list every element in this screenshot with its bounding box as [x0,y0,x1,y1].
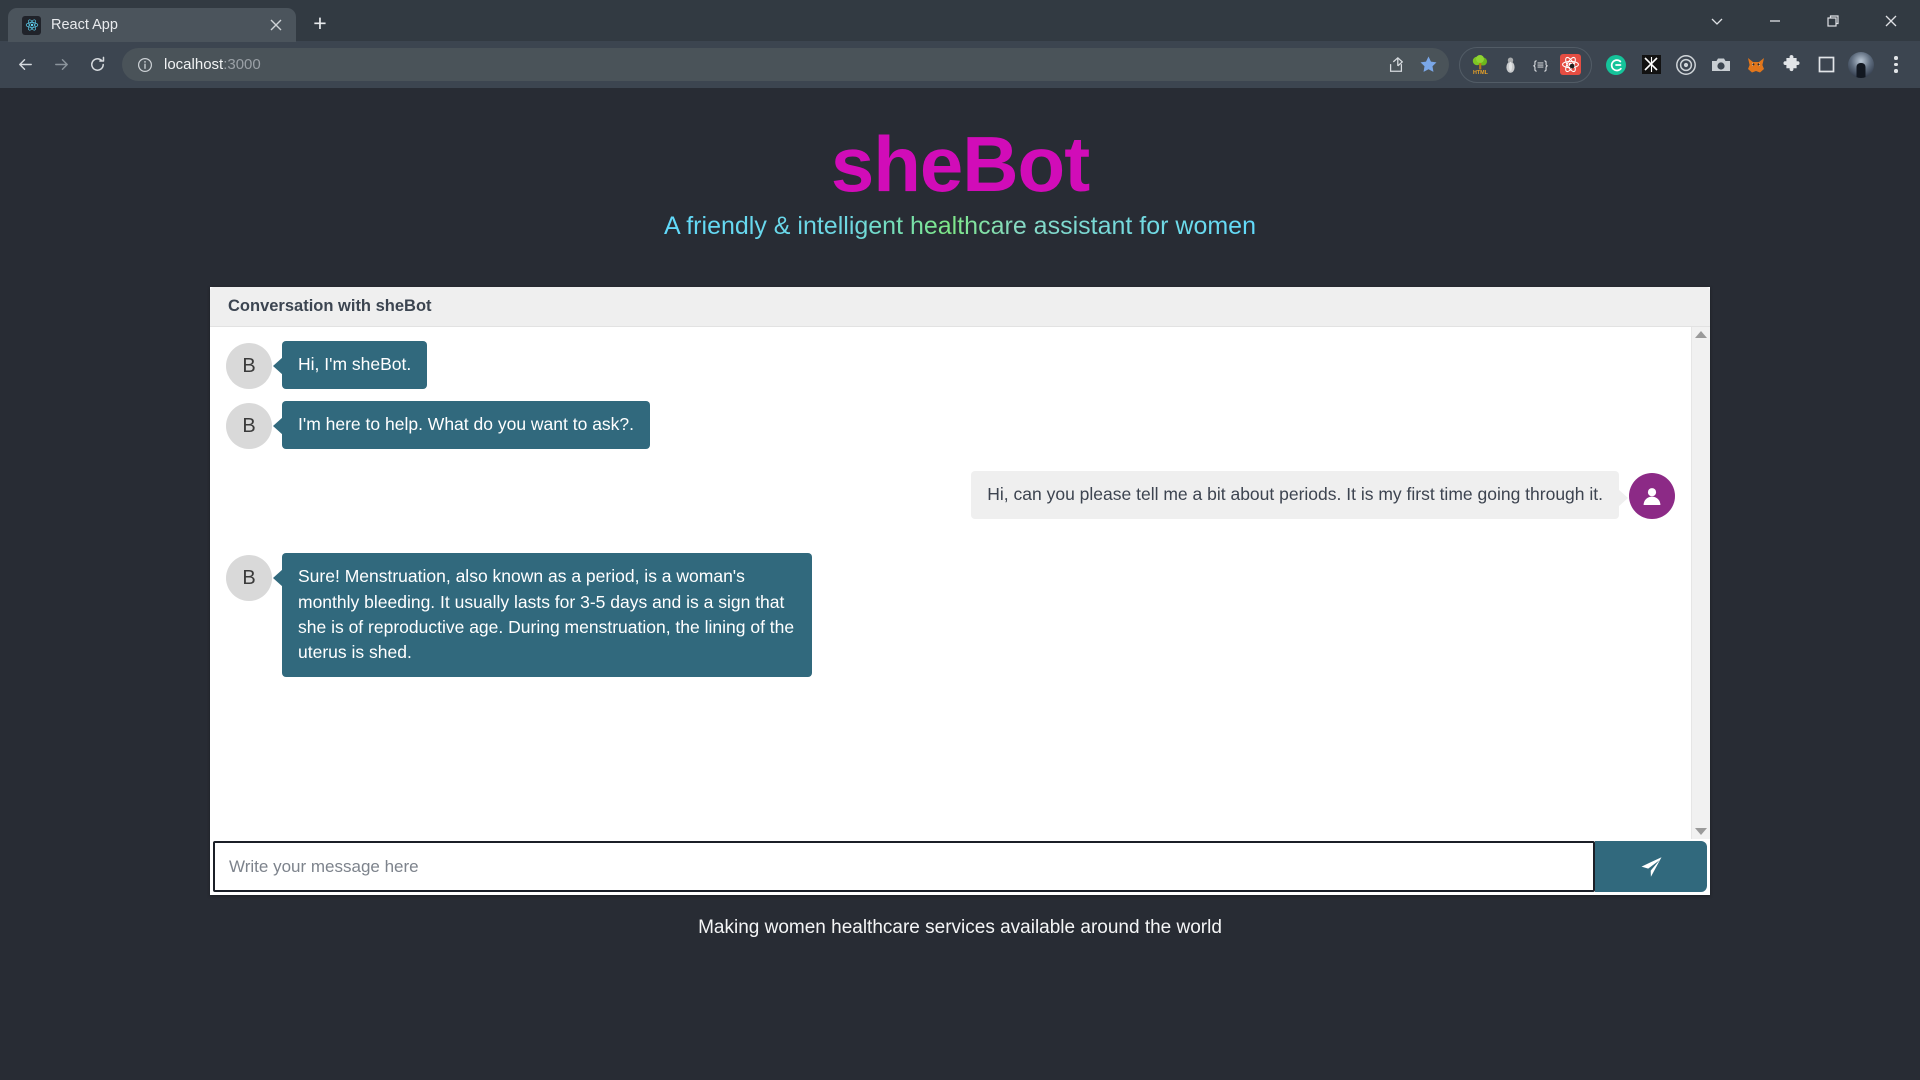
message-row: Hi, can you please tell me a bit about p… [226,471,1675,520]
metamask-fox-icon[interactable] [1740,49,1772,81]
message-row: B Hi, I'm sheBot. [226,341,1675,390]
chrome-menu-icon[interactable] [1880,49,1912,81]
browser-tab-react-app[interactable]: React App [8,8,296,42]
page-title: sheBot [830,120,1090,208]
restore-icon[interactable] [1804,0,1862,41]
reload-icon[interactable] [80,48,114,82]
chevron-down-icon[interactable] [1688,0,1746,41]
message-bubble: Hi, can you please tell me a bit about p… [971,471,1628,519]
close-window-icon[interactable] [1862,0,1920,41]
svg-text:HTML: HTML [1473,70,1489,75]
browser-toolbar: localhost:3000 HTML {≡} [0,41,1920,88]
grammarly-icon[interactable] [1600,49,1632,81]
messages-container: B Hi, I'm sheBot. B I'm here to help. Wh… [210,327,1691,839]
chat-scrollbar[interactable] [1691,327,1710,840]
scroll-down-arrow-icon[interactable] [1695,828,1707,836]
message-bubble: Hi, I'm sheBot. [272,341,428,389]
avatar [1629,473,1675,520]
message-row: B I'm here to help. What do you want to … [226,401,1675,450]
address-bar-actions [1381,50,1443,80]
profile-avatar[interactable] [1845,49,1877,81]
avatar: B [226,555,272,602]
avatar: B [226,343,272,390]
person-icon [1643,488,1661,506]
screenshot-camera-icon[interactable] [1705,49,1737,81]
message-input[interactable] [213,841,1595,893]
send-button[interactable] [1595,841,1707,893]
page-subtitle: A friendly & intelligent healthcare assi… [664,212,1256,241]
page-content: sheBot A friendly & intelligent healthca… [0,88,1920,1080]
message-row: B Sure! Menstruation, also known as a pe… [226,553,1675,677]
x-marks-extension-icon[interactable] [1635,49,1667,81]
message-bubble: Sure! Menstruation, also known as a peri… [273,553,812,677]
page-footer: Making women healthcare services availab… [698,917,1222,939]
react-devtools-extension-icon[interactable] [1560,54,1581,75]
json-viewer-extension-icon[interactable]: {≡} [1530,54,1551,75]
url-host: localhost [164,56,224,73]
bug-extension-icon[interactable] [1500,54,1521,75]
side-panel-icon[interactable] [1810,49,1842,81]
site-info-icon[interactable] [134,54,156,76]
tab-strip: React App + [0,0,1920,42]
chat-header: Conversation with sheBot [210,287,1710,328]
pinned-extensions-group: HTML {≡} [1459,46,1592,83]
chat-message-list: B Hi, I'm sheBot. B I'm here to help. Wh… [210,327,1710,840]
new-tab-button[interactable]: + [304,7,336,39]
url-port: :3000 [223,56,261,73]
bookmark-star-icon[interactable] [1413,50,1443,80]
address-bar-text: localhost:3000 [164,56,1381,73]
target-recorder-icon[interactable] [1670,49,1702,81]
forward-arrow-icon[interactable] [44,48,78,82]
browser-window: React App + localhost:3000 HTML {≡} sheB… [0,0,1920,1080]
window-controls [1688,0,1920,41]
toolbar-right-icons [1600,49,1912,81]
message-bubble: I'm here to help. What do you want to as… [272,401,651,449]
html-tree-extension-icon[interactable]: HTML [1470,54,1491,75]
extensions-puzzle-icon[interactable] [1775,49,1807,81]
chat-card: Conversation with sheBot B Hi, I'm sheBo… [210,287,1710,896]
close-icon[interactable] [264,13,288,37]
chat-header-title: Conversation with sheBot [228,297,432,316]
send-paper-plane-icon [1641,856,1662,877]
share-icon[interactable] [1381,50,1411,80]
react-logo-icon [22,15,41,35]
back-arrow-icon[interactable] [8,48,42,82]
message-composer [210,839,1710,896]
address-bar[interactable]: localhost:3000 [122,48,1449,81]
avatar: B [226,403,272,450]
tab-title: React App [51,17,118,33]
scroll-up-arrow-icon[interactable] [1695,331,1707,339]
minimize-icon[interactable] [1746,0,1804,41]
